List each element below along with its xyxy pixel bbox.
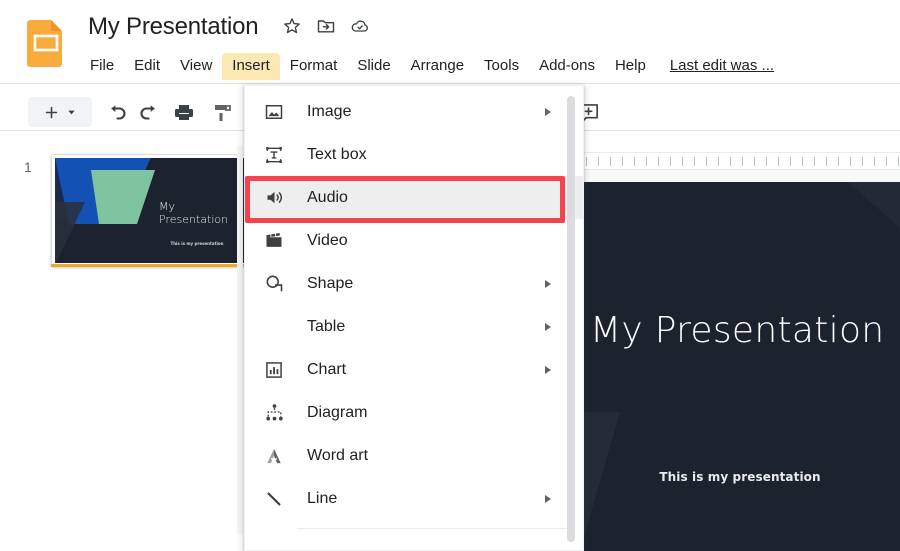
audio-icon [261, 185, 287, 211]
dropdown-scrollbar[interactable] [567, 96, 575, 542]
star-icon[interactable] [282, 16, 302, 36]
menu-bar: File Edit View Insert Format Slide Arran… [80, 48, 774, 80]
diagram-icon [261, 400, 287, 426]
horizontal-ruler[interactable] [566, 152, 900, 170]
menu-item-label: Shape [307, 274, 545, 294]
menu-slide[interactable]: Slide [347, 53, 400, 80]
menu-item-video[interactable]: Video [245, 219, 583, 262]
redo-button[interactable] [137, 100, 161, 124]
menu-item-label: Word art [307, 446, 583, 466]
slide-thumbnail-content: My Presentation This is my presentation [55, 158, 247, 263]
top-bar: My Presentation [0, 0, 900, 83]
print-button[interactable] [172, 100, 196, 124]
menu-item-label: Line [307, 489, 545, 509]
cloud-saved-icon[interactable] [350, 16, 370, 36]
video-icon [261, 228, 287, 254]
menu-item-label: Image [307, 102, 545, 122]
wordart-icon [261, 443, 287, 469]
slide-number: 1 [24, 159, 32, 175]
menu-item-chart[interactable]: Chart [245, 348, 583, 391]
menu-file[interactable]: File [80, 53, 124, 80]
canvas-subtitle[interactable]: This is my presentation [590, 470, 890, 484]
new-slide-button[interactable] [28, 97, 92, 127]
page-title[interactable]: My Presentation [88, 13, 258, 41]
slide-thumbnail[interactable]: My Presentation This is my presentation [51, 154, 251, 267]
image-icon [261, 99, 287, 125]
insert-menu-list: Image Text box [245, 86, 583, 529]
shape-icon [261, 271, 287, 297]
slide-filmstrip: 1 My Presentation This is my presentatio… [0, 131, 246, 551]
submenu-arrow-icon [545, 323, 551, 331]
undo-button[interactable] [105, 100, 129, 124]
menu-tools[interactable]: Tools [474, 53, 529, 80]
submenu-arrow-icon [545, 280, 551, 288]
document-header: My Presentation [88, 8, 774, 80]
menu-item-text-box[interactable]: Text box [245, 133, 583, 176]
last-edit-status[interactable]: Last edit was ... [670, 57, 774, 80]
line-icon [261, 486, 287, 512]
menu-item-table[interactable]: Table [245, 305, 583, 348]
menu-separator [297, 528, 567, 529]
thumbnail-title: My Presentation [159, 200, 247, 226]
submenu-arrow-icon [545, 495, 551, 503]
menu-edit[interactable]: Edit [124, 53, 170, 80]
menu-item-label: Text box [307, 145, 583, 165]
plus-icon [43, 104, 60, 121]
canvas-title[interactable]: My Presentation [590, 310, 900, 351]
menu-help[interactable]: Help [605, 53, 656, 80]
menu-arrange[interactable]: Arrange [401, 53, 474, 80]
submenu-arrow-icon [545, 108, 551, 116]
menu-item-label: Chart [307, 360, 545, 380]
menu-item-label: Video [307, 231, 583, 251]
chart-icon [261, 357, 287, 383]
google-slides-window: My Presentation [0, 0, 900, 551]
menu-item-image[interactable]: Image [245, 90, 583, 133]
move-to-folder-icon[interactable] [316, 16, 336, 36]
menu-item-shape[interactable]: Shape [245, 262, 583, 305]
menu-item-label: Diagram [307, 403, 583, 423]
menu-format[interactable]: Format [280, 53, 348, 80]
submenu-arrow-icon [545, 366, 551, 374]
menu-addons[interactable]: Add-ons [529, 53, 605, 80]
menu-item-label: Audio [307, 188, 583, 208]
chevron-down-icon [66, 107, 77, 118]
menu-item-audio[interactable]: Audio [245, 176, 583, 219]
slide-insert-indicator [51, 264, 251, 267]
menu-item-word-art[interactable]: Word art [245, 434, 583, 477]
thumbnail-subtitle: This is my presentation [152, 241, 242, 246]
menu-insert[interactable]: Insert [222, 53, 280, 80]
paint-format-button[interactable] [211, 100, 235, 124]
filmstrip-slide-1[interactable]: 1 My Presentation This is my presentatio… [0, 145, 246, 265]
google-slides-logo[interactable] [14, 11, 76, 73]
menu-item-line[interactable]: Line [245, 477, 583, 520]
table-icon-placeholder [261, 314, 287, 340]
filmstrip-scrollbar[interactable] [237, 145, 243, 535]
menu-item-diagram[interactable]: Diagram [245, 391, 583, 434]
textbox-icon [261, 142, 287, 168]
menu-view[interactable]: View [170, 53, 222, 80]
title-icon-group [282, 16, 370, 38]
slide-canvas[interactable]: My Presentation This is my presentation [580, 182, 900, 551]
insert-dropdown-menu: Image Text box [244, 85, 584, 551]
menu-item-label: Table [307, 317, 545, 337]
